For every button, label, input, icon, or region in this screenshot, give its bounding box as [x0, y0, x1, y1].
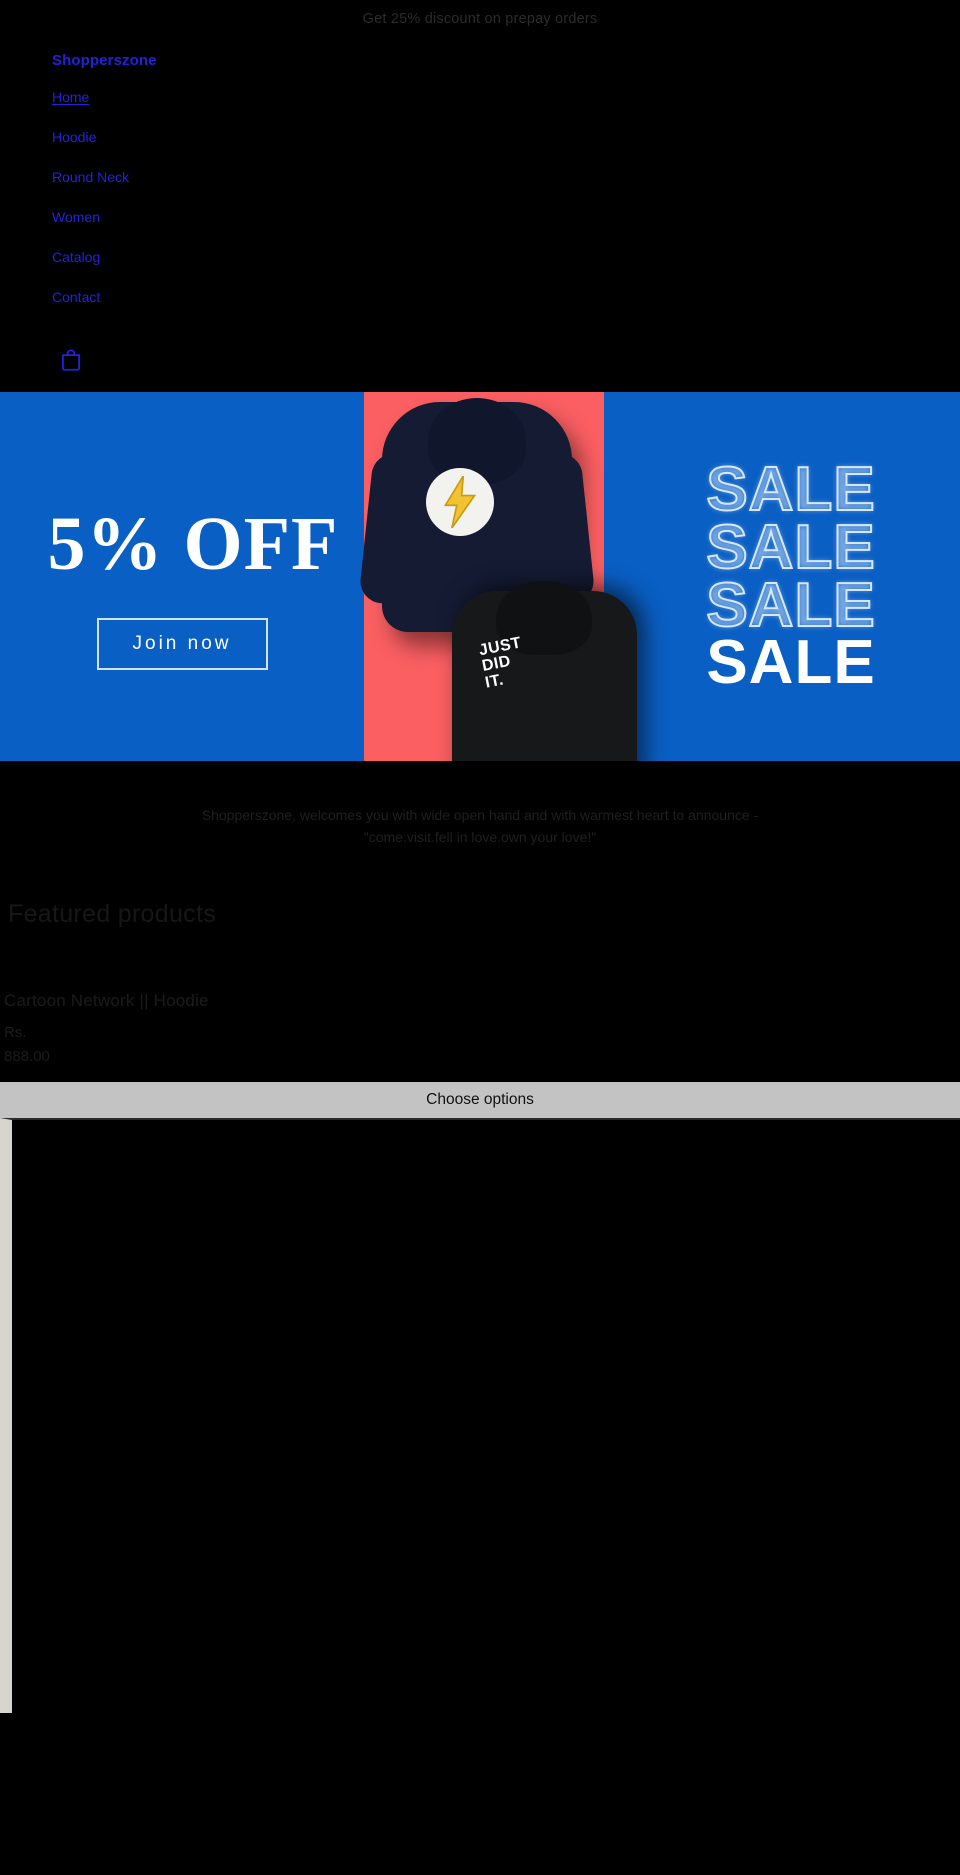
- hero-sale-panel: SALE SALE SALE SALE: [604, 392, 960, 761]
- nav-list: Home Hoodie Round Neck Women Catalog Con…: [0, 77, 960, 317]
- hero-product-photo-panel: JUST DID IT.: [364, 392, 637, 761]
- nav-link-contact[interactable]: Contact: [0, 277, 960, 317]
- nav-item: Round Neck: [0, 157, 960, 197]
- sale-text-2: SALE: [705, 512, 876, 582]
- welcome-line-1: Shopperszone, welcomes you with wide ope…: [201, 807, 759, 823]
- product-card[interactable]: Cartoon Network || Hoodie Rs. 888.00 Cho…: [0, 991, 960, 1118]
- welcome-line-2: "come.visit.fell in love.own your love!": [363, 828, 597, 845]
- hero-left-panel: 5% OFF Join now: [0, 392, 364, 761]
- hero-discount-text: 5% OFF: [47, 501, 339, 586]
- header-actions: [0, 317, 960, 392]
- flash-logo-icon: [426, 468, 494, 536]
- nav-link-hoodie[interactable]: Hoodie: [0, 117, 960, 157]
- lower-content-panel: [0, 1117, 960, 1713]
- black-hoodie-image: JUST DID IT.: [452, 581, 637, 761]
- join-now-button[interactable]: Join now: [96, 617, 268, 670]
- nav-link-women[interactable]: Women: [0, 197, 960, 237]
- product-grid: Cartoon Network || Hoodie Rs. 888.00 Cho…: [0, 929, 960, 1118]
- brand-logo-link[interactable]: Shopperszone: [0, 44, 960, 77]
- product-price: Rs. 888.00: [0, 1011, 960, 1068]
- price-amount: 888.00: [4, 1047, 50, 1065]
- sale-text-1: SALE: [705, 455, 876, 525]
- nav-item: Catalog: [0, 237, 960, 277]
- nav-item: Home: [0, 77, 960, 117]
- nav-link-home[interactable]: Home: [0, 77, 960, 117]
- site-header: Shopperszone Home Hoodie Round Neck Wome…: [0, 38, 960, 392]
- featured-products-section: Featured products Cartoon Network || Hoo…: [0, 882, 960, 1118]
- announcement-bar: Get 25% discount on prepay orders: [0, 0, 960, 38]
- lightning-bolt-icon: [443, 476, 477, 528]
- sale-text-3: SALE: [705, 570, 876, 640]
- welcome-section: Shopperszone, welcomes you with wide ope…: [0, 761, 960, 883]
- nav-link-round-neck[interactable]: Round Neck: [0, 157, 960, 197]
- choose-options-button[interactable]: Choose options: [0, 1081, 960, 1118]
- cart-button[interactable]: [58, 347, 84, 373]
- shopping-bag-icon: [61, 349, 81, 371]
- announcement-text: Get 25% discount on prepay orders: [362, 11, 598, 27]
- lower-panel-empty-area: [12, 1119, 960, 1713]
- nav-item: Contact: [0, 277, 960, 317]
- nav-item: Women: [0, 197, 960, 237]
- product-title-link[interactable]: Cartoon Network || Hoodie: [0, 991, 960, 1011]
- nav-link-catalog[interactable]: Catalog: [0, 237, 960, 277]
- hero-banner[interactable]: 5% OFF Join now JUST DID IT. SALE SALE S…: [0, 392, 960, 761]
- price-currency: Rs.: [4, 1024, 27, 1042]
- hoodie-graphic-text: JUST DID IT.: [478, 634, 529, 691]
- sale-text-4: SALE: [706, 628, 876, 698]
- nav-item: Hoodie: [0, 117, 960, 157]
- featured-products-heading: Featured products: [8, 900, 216, 929]
- main-navigation: Home Hoodie Round Neck Women Catalog Con…: [0, 77, 960, 317]
